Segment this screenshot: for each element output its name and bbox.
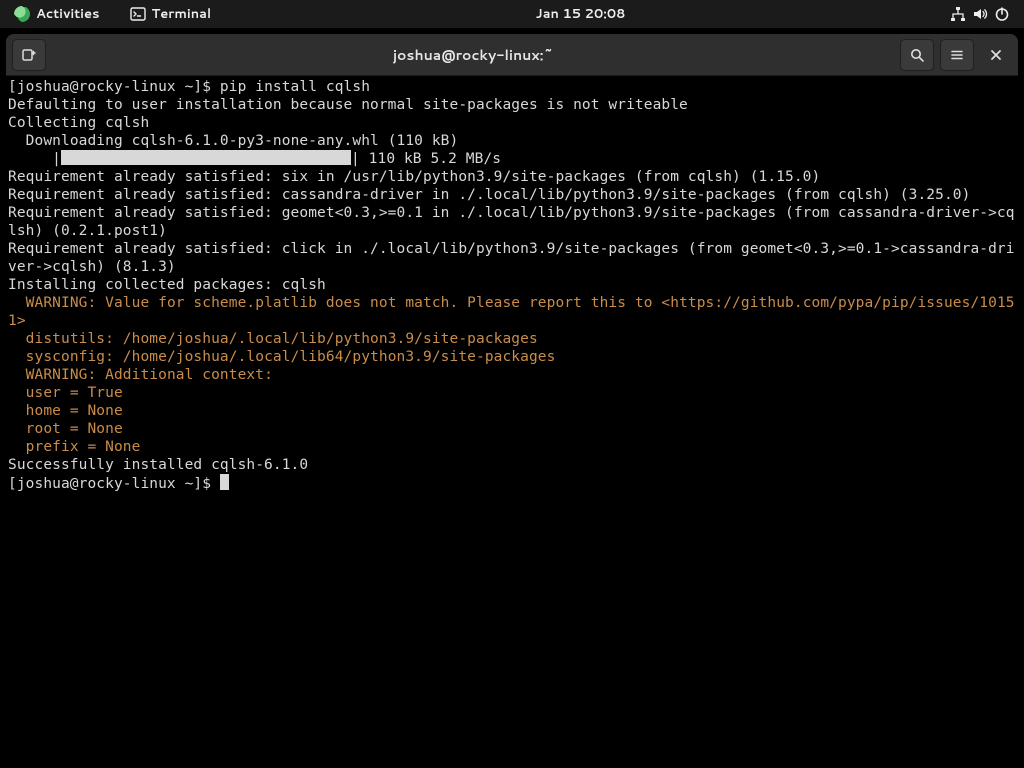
network-wired-icon xyxy=(950,6,966,22)
prompt: [joshua@rocky-linux ~]$ xyxy=(8,79,220,95)
warning-line: sysconfig: /home/joshua/.local/lib64/pyt… xyxy=(8,349,555,365)
prompt: [joshua@rocky-linux ~]$ xyxy=(8,476,220,492)
volume-icon xyxy=(972,6,988,22)
hamburger-icon xyxy=(949,47,965,63)
app-menu-terminal[interactable]: Terminal xyxy=(124,3,218,25)
search-button[interactable] xyxy=(900,39,934,71)
gnome-topbar: Activities Terminal Jan 15 20:08 xyxy=(0,0,1024,28)
status-area[interactable] xyxy=(944,4,1016,24)
terminal-cursor xyxy=(220,474,229,490)
warning-line: prefix = None xyxy=(8,439,140,455)
download-progress-bar xyxy=(61,150,351,165)
hamburger-menu-button[interactable] xyxy=(940,39,974,71)
clock[interactable]: Jan 15 20:08 xyxy=(530,3,632,25)
activities-label: Activities xyxy=(36,5,100,23)
new-tab-button[interactable] xyxy=(12,39,46,71)
app-menu-label: Terminal xyxy=(152,5,212,23)
output-line: Downloading cqlsh-6.1.0-py3-none-any.whl… xyxy=(8,133,458,149)
activities-button[interactable]: Activities xyxy=(8,3,106,25)
window-titlebar: joshua@rocky-linux:~ xyxy=(6,34,1018,76)
warning-line: user = True xyxy=(8,385,123,401)
output-line: Installing collected packages: cqlsh xyxy=(8,277,326,293)
search-icon xyxy=(909,47,925,63)
new-tab-icon xyxy=(21,47,37,63)
terminal-window: joshua@rocky-linux:~ [joshua@rocky-linux… xyxy=(6,34,1018,768)
warning-line: home = None xyxy=(8,403,123,419)
progress-suffix: | 110 kB 5.2 MB/s xyxy=(351,151,501,167)
close-button[interactable] xyxy=(980,39,1012,71)
output-line: Collecting cqlsh xyxy=(8,115,149,131)
warning-line: root = None xyxy=(8,421,123,437)
output-line: Successfully installed cqlsh-6.1.0 xyxy=(8,457,308,473)
warning-line: distutils: /home/joshua/.local/lib/pytho… xyxy=(8,331,538,347)
output-line: Requirement already satisfied: click in … xyxy=(8,241,1015,275)
output-line: Defaulting to user installation because … xyxy=(8,97,688,113)
warning-line: WARNING: Value for scheme.platlib does n… xyxy=(8,295,1015,329)
terminal-icon xyxy=(130,6,146,22)
window-title: joshua@rocky-linux:~ xyxy=(52,45,894,65)
close-icon xyxy=(988,47,1004,63)
power-icon xyxy=(994,6,1010,22)
output-line: Requirement already satisfied: cassandra… xyxy=(8,187,970,203)
output-line: Requirement already satisfied: six in /u… xyxy=(8,169,820,185)
output-line: Requirement already satisfied: geomet<0.… xyxy=(8,205,1015,239)
activities-logo-icon xyxy=(14,6,30,22)
progress-prefix: | xyxy=(8,151,61,167)
clock-label: Jan 15 20:08 xyxy=(536,5,626,23)
terminal-viewport[interactable]: [joshua@rocky-linux ~]$ pip install cqls… xyxy=(6,76,1018,768)
warning-line: WARNING: Additional context: xyxy=(8,367,273,383)
command-text: pip install cqlsh xyxy=(220,79,370,95)
